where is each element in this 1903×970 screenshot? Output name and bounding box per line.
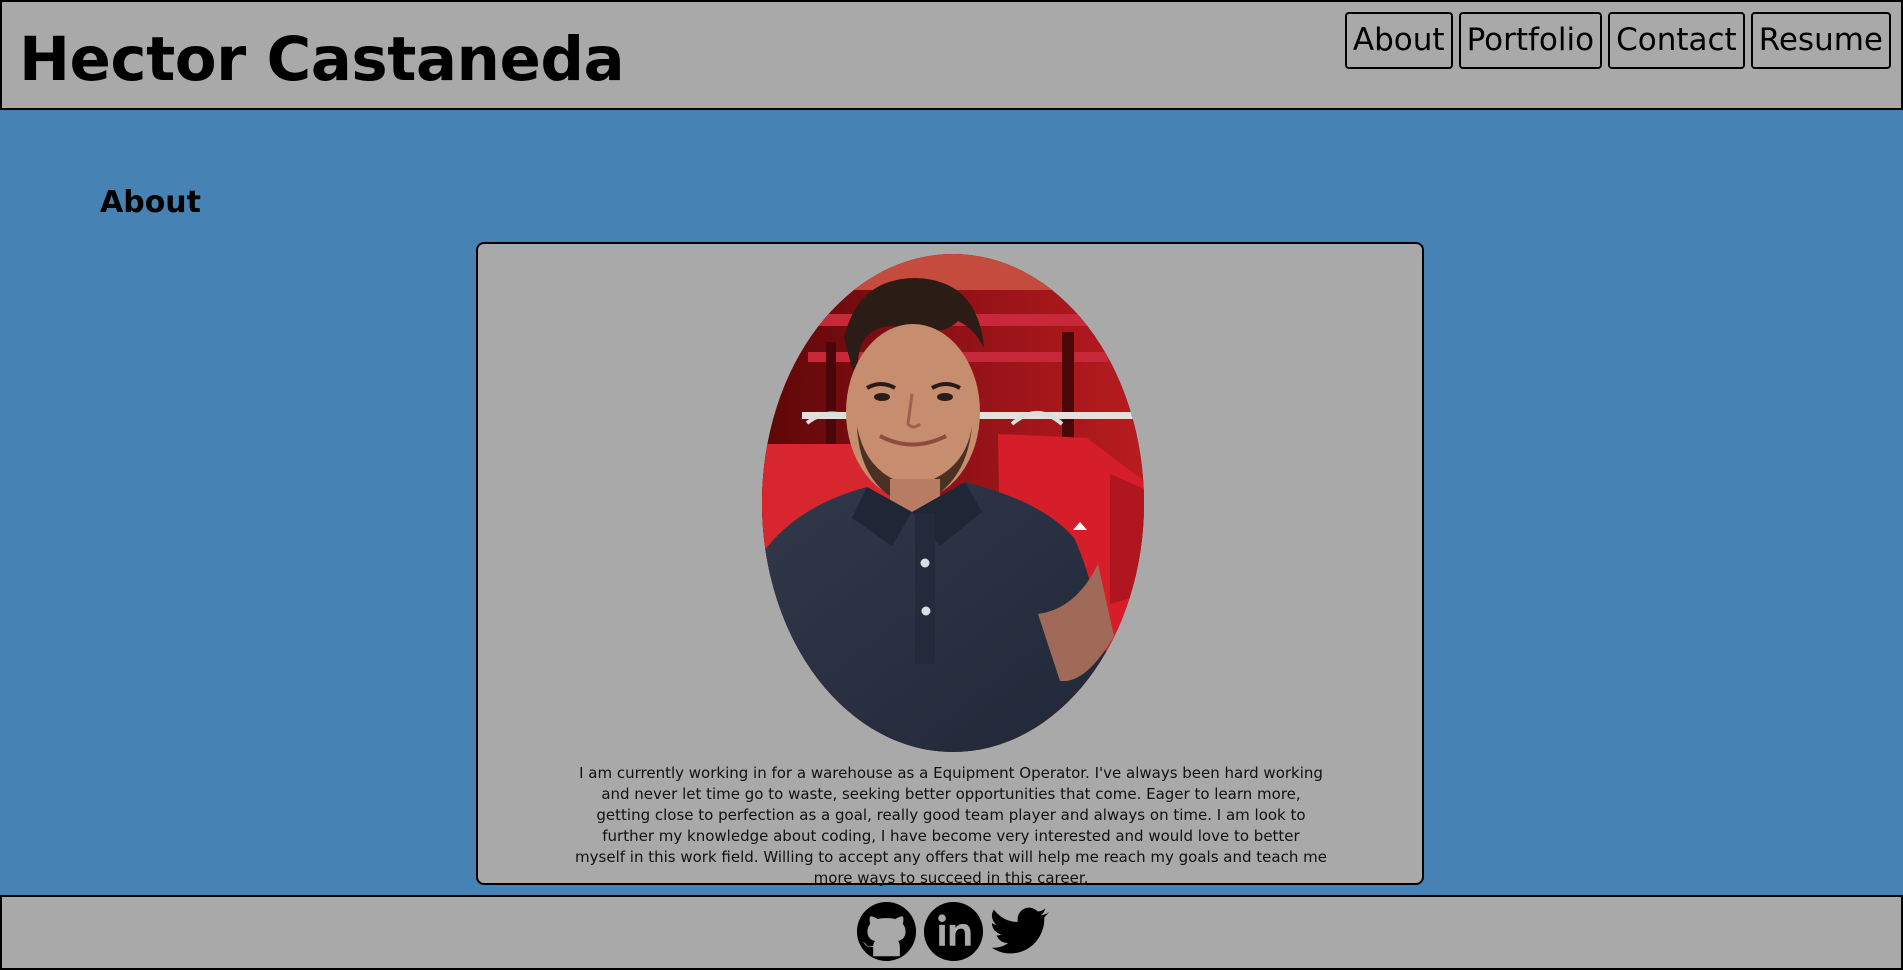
nav-portfolio-button[interactable]: Portfolio [1458,12,1603,69]
main-nav: About Portfolio Contact Resume [1344,12,1891,69]
profile-photo [762,254,1144,752]
linkedin-link[interactable] [923,901,984,962]
site-header: Hector Castaneda About Portfolio Contact… [0,0,1903,110]
twitter-link[interactable] [990,901,1051,962]
github-link[interactable] [856,901,917,962]
about-heading: About [100,185,202,220]
social-links [856,901,1051,962]
site-title: Hector Castaneda [19,24,625,95]
github-icon [856,901,917,962]
site-footer [0,895,1903,970]
linkedin-icon [923,901,984,962]
nav-about-button[interactable]: About [1344,12,1453,69]
twitter-icon [991,907,1050,954]
about-description: I am currently working in for a warehous… [575,764,1327,887]
nav-resume-button[interactable]: Resume [1750,12,1891,69]
profile-photo-image [762,254,1144,752]
nav-contact-button[interactable]: Contact [1608,12,1745,69]
about-card: I am currently working in for a warehous… [476,242,1424,887]
